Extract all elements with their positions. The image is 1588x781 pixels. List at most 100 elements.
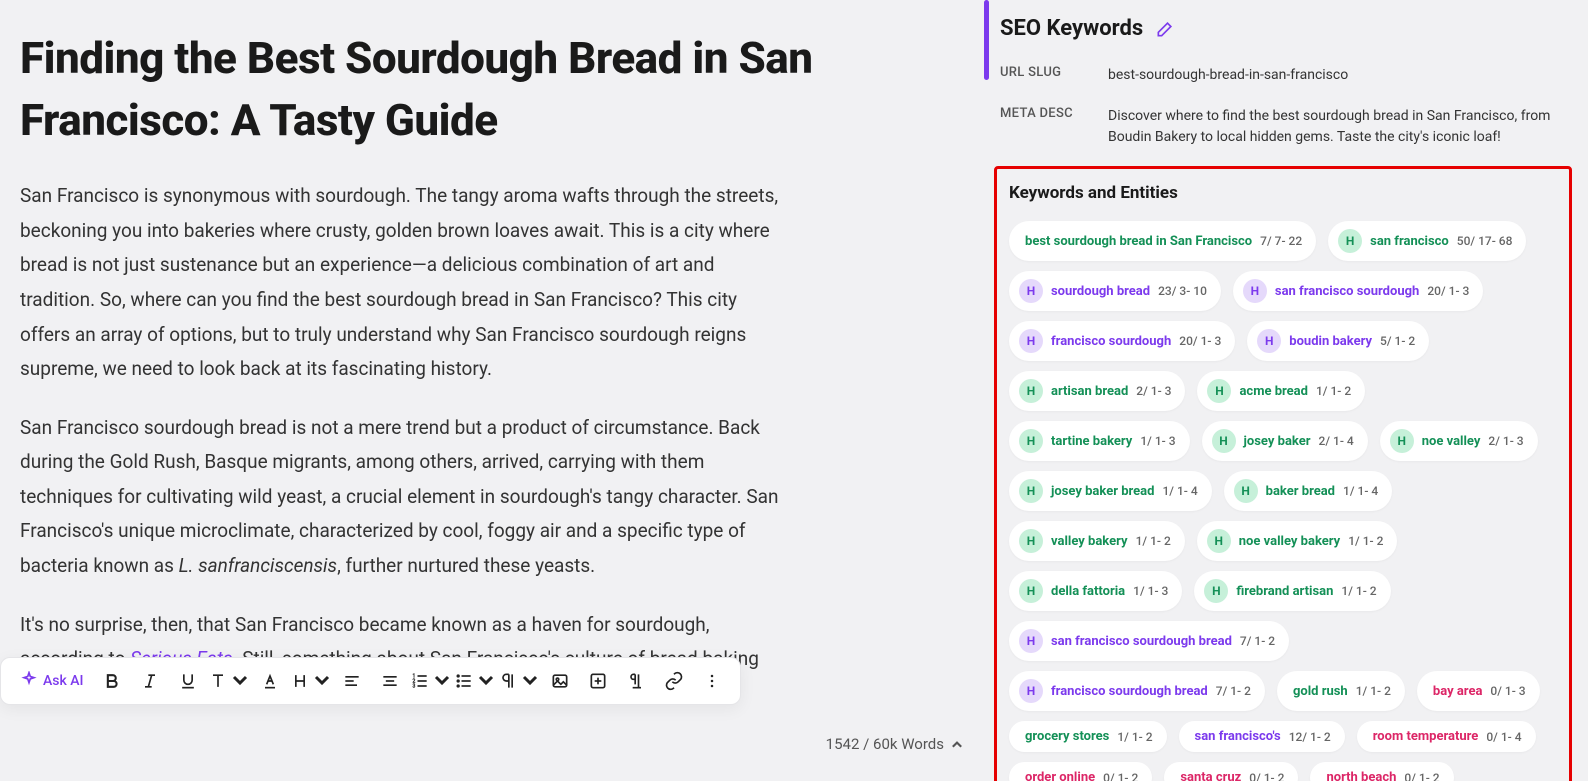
chevron-down-icon <box>230 671 250 691</box>
heading-badge: H <box>1338 229 1362 253</box>
keyword-chip[interactable]: order online0/ 1- 2 <box>1009 762 1152 781</box>
italic-button[interactable] <box>132 663 168 699</box>
heading-badge: H <box>1243 279 1267 303</box>
keyword-chip[interactable]: Hsan francisco sourdough20/ 1- 3 <box>1233 271 1483 311</box>
keyword-chip[interactable]: san francisco's12/ 1- 2 <box>1179 721 1345 752</box>
heading-badge: H <box>1019 279 1043 303</box>
text-format-button[interactable] <box>208 663 250 699</box>
keyword-chip[interactable]: Hfrancisco sourdough20/ 1- 3 <box>1009 321 1235 361</box>
keyword-chip[interactable]: Hbaker bread1/ 1- 4 <box>1224 471 1393 511</box>
insert-button[interactable] <box>580 663 616 699</box>
keyword-stats: 23/ 3- 10 <box>1158 284 1207 298</box>
meta-desc-row: META DESC Discover where to find the bes… <box>994 100 1572 162</box>
keyword-chip[interactable]: Hfrancisco sourdough bread7/ 1- 2 <box>1009 671 1265 711</box>
keyword-stats: 0/ 1- 2 <box>1249 771 1284 781</box>
keyword-chip[interactable]: Hnoe valley bakery1/ 1- 2 <box>1197 521 1398 561</box>
article-body[interactable]: San Francisco is synonymous with sourdou… <box>20 179 964 711</box>
keyword-chip[interactable]: Htartine bakery1/ 1- 3 <box>1009 421 1190 461</box>
seo-title: SEO Keywords <box>1000 16 1143 41</box>
keyword-name: san francisco <box>1370 234 1449 249</box>
keyword-chip[interactable]: Hsan francisco 50/ 17- 68 <box>1328 221 1526 261</box>
text-direction-button[interactable] <box>618 663 654 699</box>
bullet-list-icon <box>454 671 474 691</box>
keyword-name: baker bread <box>1266 484 1335 499</box>
image-button[interactable] <box>542 663 578 699</box>
heading-button[interactable] <box>290 663 332 699</box>
meta-desc-label: META DESC <box>1000 106 1078 148</box>
paragraph[interactable]: San Francisco sourdough bread is not a m… <box>20 411 780 584</box>
keyword-stats: 1/ 1- 2 <box>1348 534 1383 548</box>
keyword-stats: 1/ 1- 2 <box>1136 534 1171 548</box>
chevron-up-icon <box>950 737 964 751</box>
article-title[interactable]: Finding the Best Sourdough Bread in San … <box>20 28 964 151</box>
seo-panel: SEO Keywords URL SLUG best-sourdough-bre… <box>984 0 1588 781</box>
keyword-stats: 50/ 17- 68 <box>1457 234 1513 248</box>
keyword-chip[interactable]: Hdella fattoria1/ 1- 3 <box>1009 571 1182 611</box>
paragraph-button[interactable] <box>498 663 540 699</box>
bullet-list-button[interactable] <box>454 663 496 699</box>
ordered-list-button[interactable]: 123 <box>410 663 452 699</box>
underline-button[interactable] <box>170 663 206 699</box>
keyword-name: bay area <box>1433 684 1483 699</box>
keyword-name: francisco sourdough <box>1051 334 1171 349</box>
seo-header: SEO Keywords <box>994 10 1572 59</box>
keyword-chip[interactable]: Hfirebrand artisan1/ 1- 2 <box>1194 571 1390 611</box>
heading-badge: H <box>1212 429 1236 453</box>
ordered-list-icon: 123 <box>410 671 430 691</box>
keyword-chip[interactable]: santa cruz0/ 1- 2 <box>1164 762 1298 781</box>
chevron-down-icon <box>520 671 540 691</box>
paragraph[interactable]: San Francisco is synonymous with sourdou… <box>20 179 780 386</box>
keyword-chip[interactable]: bay area0/ 1- 3 <box>1417 671 1540 711</box>
keyword-stats: 1/ 1- 2 <box>1356 684 1391 698</box>
keyword-chip[interactable]: Hartisan bread2/ 1- 3 <box>1009 371 1185 411</box>
keyword-name: valley bakery <box>1051 534 1128 549</box>
ask-ai-button[interactable]: Ask AI <box>11 663 92 699</box>
link-button[interactable] <box>656 663 692 699</box>
keyword-name: josey baker bread <box>1051 484 1154 499</box>
align-left-icon <box>342 671 362 691</box>
url-slug-value[interactable]: best-sourdough-bread-in-san-francisco <box>1108 65 1566 86</box>
keyword-chip[interactable]: room temperature0/ 1- 4 <box>1357 721 1536 752</box>
keyword-stats: 1/ 1- 4 <box>1162 484 1197 498</box>
keyword-stats: 1/ 1- 3 <box>1140 434 1175 448</box>
keyword-chip[interactable]: Hjosey baker bread1/ 1- 4 <box>1009 471 1212 511</box>
heading-badge: H <box>1390 429 1414 453</box>
keyword-chip-list: best sourdough bread in San Francisco7/ … <box>1009 221 1557 781</box>
text-color-button[interactable] <box>252 663 288 699</box>
keyword-chip[interactable]: grocery stores1/ 1- 2 <box>1009 721 1167 752</box>
keyword-stats: 0/ 1- 4 <box>1486 730 1521 744</box>
keyword-stats: 5/ 1- 2 <box>1380 334 1415 348</box>
keyword-chip[interactable]: Hboudin bakery5/ 1- 2 <box>1247 321 1429 361</box>
keyword-chip[interactable]: Hjosey baker2/ 1- 4 <box>1202 421 1368 461</box>
pilcrow-rtl-icon <box>626 671 646 691</box>
keyword-chip[interactable]: Hvalley bakery 1/ 1- 2 <box>1009 521 1185 561</box>
heading-badge: H <box>1019 329 1043 353</box>
keyword-chip[interactable]: north beach0/ 1- 2 <box>1310 762 1453 781</box>
keyword-chip[interactable]: Hsan francisco sourdough bread7/ 1- 2 <box>1009 621 1289 661</box>
keyword-name: san francisco sourdough bread <box>1051 634 1232 649</box>
keyword-chip[interactable]: best sourdough bread in San Francisco7/ … <box>1009 221 1316 261</box>
keyword-stats: 2/ 1- 4 <box>1319 434 1354 448</box>
keyword-chip[interactable]: Hacme bread1/ 1- 2 <box>1197 371 1365 411</box>
bold-button[interactable] <box>94 663 130 699</box>
scroll-indicator[interactable] <box>984 0 989 80</box>
edit-icon[interactable] <box>1155 19 1175 39</box>
italic-icon <box>140 671 160 691</box>
keyword-chip[interactable]: gold rush1/ 1- 2 <box>1277 671 1405 711</box>
meta-desc-value[interactable]: Discover where to find the best sourdoug… <box>1108 106 1566 148</box>
keywords-section: Keywords and Entities best sourdough bre… <box>994 166 1572 781</box>
align-left-button[interactable] <box>334 663 370 699</box>
heading-badge: H <box>1019 529 1043 553</box>
keyword-stats: 1/ 1- 2 <box>1117 730 1152 744</box>
word-count[interactable]: 1542 / 60k Words <box>826 735 964 753</box>
plus-square-icon <box>588 671 608 691</box>
keyword-stats: 7/ 7- 22 <box>1260 234 1302 248</box>
keyword-chip[interactable]: Hsourdough bread23/ 3- 10 <box>1009 271 1221 311</box>
more-button[interactable] <box>694 663 730 699</box>
keyword-name: order online <box>1025 770 1095 781</box>
keyword-name: boudin bakery <box>1289 334 1372 349</box>
align-center-button[interactable] <box>372 663 408 699</box>
align-center-icon <box>380 671 400 691</box>
keyword-name: north beach <box>1326 770 1396 781</box>
keyword-chip[interactable]: Hnoe valley2/ 1- 3 <box>1380 421 1538 461</box>
